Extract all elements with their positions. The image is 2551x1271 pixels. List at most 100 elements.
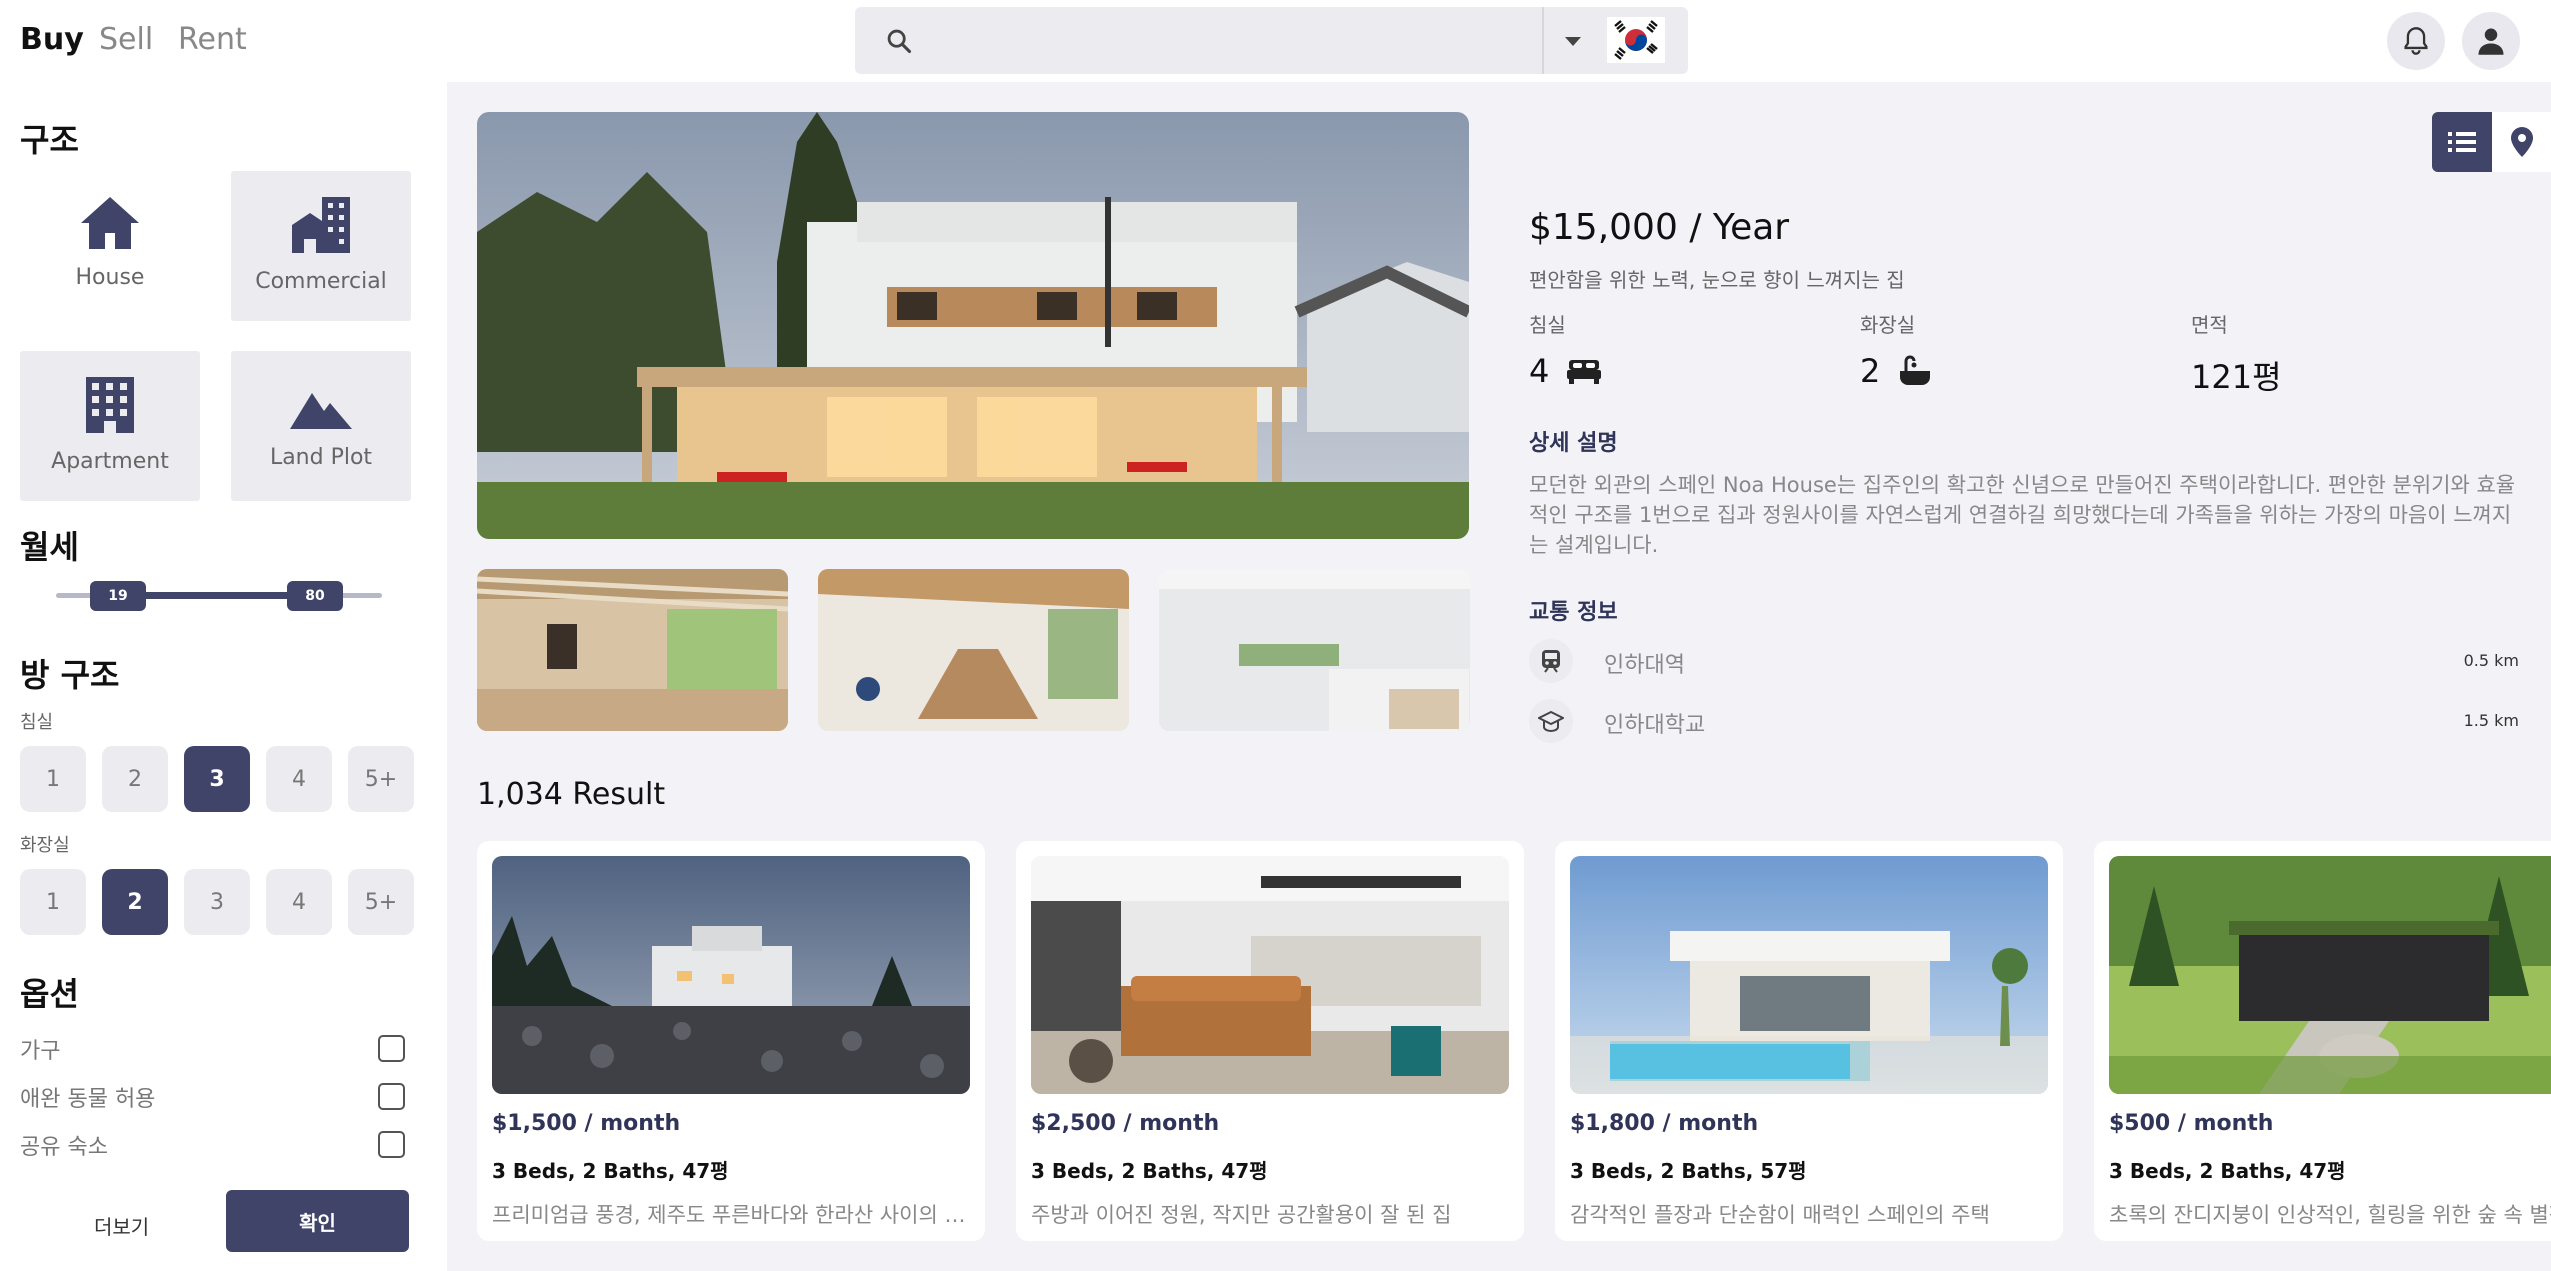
transit-item[interactable]: 인하대역 0.5 km	[1529, 639, 2519, 683]
listing-description: 감각적인 플장과 단순함이 매력인 스페인의 주택	[1570, 1203, 1990, 1227]
stat-bedroom-label: 침실	[1529, 313, 1566, 337]
list-view-button[interactable]	[2432, 112, 2492, 172]
rent-slider-min-handle[interactable]: 19	[90, 581, 146, 611]
interior-kitchen-image	[1159, 569, 1470, 731]
option-pets-checkbox[interactable]	[378, 1083, 405, 1110]
stat-bathroom-number: 2	[1860, 352, 1881, 390]
search-bar	[855, 7, 1688, 74]
listing-card[interactable]: $2,500 / month 3 Beds, 2 Baths, 47평 주방과 …	[1016, 841, 1524, 1241]
bathtub-icon	[1900, 355, 1931, 385]
listing-photo	[2109, 856, 2551, 1094]
user-icon	[2478, 28, 2504, 55]
rent-title: 월세	[20, 528, 79, 566]
transit-name: 인하대역	[1604, 653, 1685, 678]
apartment-icon	[86, 377, 134, 433]
jeju-house-image	[492, 856, 970, 1094]
stat-bathroom-value: 2	[1860, 352, 1932, 390]
room-structure-title: 방 구조	[20, 656, 120, 694]
tab-rent[interactable]: Rent	[178, 22, 247, 57]
bathroom-option-2[interactable]: 2	[102, 869, 168, 935]
korea-flag-icon[interactable]	[1607, 17, 1665, 63]
listing-description: 주방과 이어진 정원, 작지만 공간활용이 잘 된 집	[1031, 1203, 1452, 1227]
bell-icon	[2404, 27, 2428, 55]
tab-buy[interactable]: Buy	[20, 22, 84, 57]
white-villa-pool-image	[1570, 856, 2048, 1094]
options-title: 옵션	[20, 975, 79, 1013]
bedroom-option-4[interactable]: 4	[266, 746, 332, 812]
profile-button[interactable]	[2462, 12, 2520, 70]
bathroom-option-3[interactable]: 3	[184, 869, 250, 935]
forest-cabin-image	[2109, 856, 2551, 1094]
rent-slider-range	[118, 592, 314, 599]
type-house-card[interactable]: House	[20, 171, 200, 321]
listing-specs: 3 Beds, 2 Baths, 57평	[1570, 1159, 1807, 1183]
stat-area-label: 면적	[2191, 313, 2228, 337]
listing-price: $1,500 / month	[492, 1111, 681, 1136]
type-land-plot-label: Land Plot	[269, 445, 373, 470]
bedroom-option-2[interactable]: 2	[102, 746, 168, 812]
listing-specs: 3 Beds, 2 Baths, 47평	[492, 1159, 729, 1183]
bathroom-option-4[interactable]: 4	[266, 869, 332, 935]
more-button[interactable]: 더보기	[94, 1211, 149, 1240]
notifications-button[interactable]	[2387, 12, 2445, 70]
map-pin-icon	[2511, 127, 2533, 157]
search-input[interactable]	[935, 7, 1535, 74]
transit-name: 인하대학교	[1604, 713, 1706, 738]
bedroom-option-3[interactable]: 3	[184, 746, 250, 812]
train-icon	[1529, 639, 1573, 683]
stat-bedroom-value: 4	[1529, 352, 1602, 390]
property-thumbnail-1[interactable]	[477, 569, 788, 731]
bedroom-option-1[interactable]: 1	[20, 746, 86, 812]
list-icon	[2448, 132, 2476, 152]
type-commercial-card[interactable]: Commercial	[231, 171, 411, 321]
type-commercial-label: Commercial	[255, 269, 387, 294]
listing-card[interactable]: $500 / month 3 Beds, 2 Baths, 47평 초록의 잔디…	[2094, 841, 2551, 1241]
search-icon[interactable]	[885, 27, 913, 55]
type-land-plot-card[interactable]: Land Plot	[231, 351, 411, 501]
living-room-image	[1031, 856, 1509, 1094]
transit-distance: 1.5 km	[2463, 711, 2519, 730]
structure-title: 구조	[20, 121, 79, 159]
rent-slider-max-handle[interactable]: 80	[287, 581, 343, 611]
option-furniture-label: 가구	[20, 1039, 61, 1064]
transit-distance: 0.5 km	[2463, 651, 2519, 670]
stat-area-value: 121평	[2191, 358, 2282, 396]
map-view-button[interactable]	[2492, 112, 2551, 172]
type-house-label: House	[75, 265, 145, 290]
detail-tagline: 편안함을 위한 노력, 눈으로 향이 느껴지는 집	[1529, 268, 1905, 292]
stat-bedroom-number: 4	[1529, 352, 1550, 390]
top-bar: Buy Sell Rent	[0, 0, 2551, 82]
view-toggle	[2432, 112, 2551, 172]
tab-sell[interactable]: Sell	[99, 22, 153, 57]
option-shared-label: 공유 숙소	[20, 1135, 108, 1160]
detail-price: $15,000 / Year	[1529, 207, 1790, 248]
listing-price: $500 / month	[2109, 1111, 2274, 1136]
listing-specs: 3 Beds, 2 Baths, 47평	[2109, 1159, 2346, 1183]
transit-item[interactable]: 인하대학교 1.5 km	[1529, 699, 2519, 743]
bedroom-option-5plus[interactable]: 5+	[348, 746, 414, 812]
description-title: 상세 설명	[1529, 431, 1618, 456]
confirm-button[interactable]: 확인	[226, 1190, 409, 1252]
property-thumbnail-3[interactable]	[1159, 569, 1470, 731]
property-house-image	[477, 112, 1469, 539]
search-divider	[1542, 7, 1544, 74]
transit-title: 교통 정보	[1529, 600, 1618, 625]
listing-photo	[1570, 856, 2048, 1094]
listing-card[interactable]: $1,500 / month 3 Beds, 2 Baths, 47평 프리미엄…	[477, 841, 985, 1241]
description-text: 모던한 외관의 스페인 Noa House는 집주인의 확고한 신념으로 만들어…	[1529, 473, 2516, 557]
bedroom-label: 침실	[20, 712, 54, 733]
listing-card[interactable]: $1,800 / month 3 Beds, 2 Baths, 57평 감각적인…	[1555, 841, 2063, 1241]
stat-bathroom-label: 화장실	[1860, 313, 1916, 337]
interior-dining-image	[818, 569, 1129, 731]
option-furniture-checkbox[interactable]	[378, 1035, 405, 1062]
chevron-down-icon[interactable]	[1565, 37, 1581, 46]
main-property-photo[interactable]	[477, 112, 1469, 539]
bathroom-option-1[interactable]: 1	[20, 869, 86, 935]
option-shared-checkbox[interactable]	[378, 1131, 405, 1158]
property-thumbnail-2[interactable]	[818, 569, 1129, 731]
type-apartment-card[interactable]: Apartment	[20, 351, 200, 501]
listing-photo	[492, 856, 970, 1094]
graduation-cap-icon	[1529, 699, 1573, 743]
house-icon	[81, 197, 139, 249]
bathroom-option-5plus[interactable]: 5+	[348, 869, 414, 935]
